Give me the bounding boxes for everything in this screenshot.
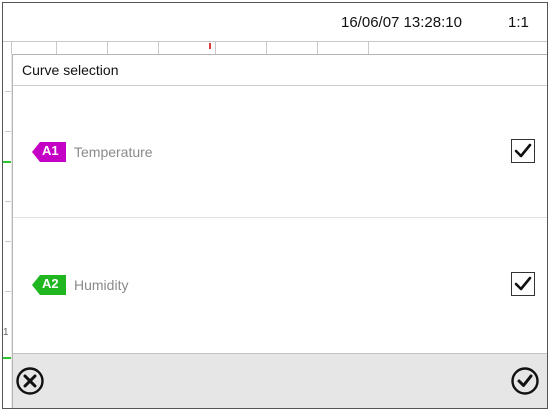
chart-top-border [3, 41, 547, 42]
circle-check-icon [511, 367, 539, 395]
curve-tag-a2: A2 [32, 275, 66, 295]
dialog-title-bar: Curve selection [13, 55, 547, 86]
status-bar: 16/06/07 13:28:10 1:1 [3, 3, 547, 41]
chart-tick [5, 91, 11, 92]
datetime-display: 16/06/07 13:28:10 [341, 14, 462, 31]
chart-curve-segment [3, 357, 11, 359]
curve-row-temperature[interactable]: A1 Temperature [13, 86, 547, 218]
circle-x-icon [16, 367, 44, 395]
chart-gridline [158, 41, 159, 55]
temperature-checkbox[interactable] [511, 139, 535, 163]
zoom-level: 1:1 [508, 14, 529, 31]
chart-gridline [266, 41, 267, 55]
chart-gridline [317, 41, 318, 55]
controller-screen: 16/06/07 13:28:10 1:1 1 Curve selection [2, 2, 548, 409]
cancel-button[interactable] [15, 366, 45, 396]
curve-tag-label: A2 [42, 276, 59, 291]
chart-curve-segment [3, 161, 11, 163]
chart-gridline [56, 41, 57, 55]
chart-tick [5, 291, 11, 292]
curve-row-humidity[interactable]: A2 Humidity [13, 218, 547, 349]
confirm-button[interactable] [510, 366, 540, 396]
curve-tag-a1: A1 [32, 142, 66, 162]
chart-marker [209, 43, 211, 49]
checkmark-icon [514, 276, 532, 291]
curve-selection-dialog: Curve selection A1 Temperature A2 Humidi… [12, 54, 547, 408]
chart-gridline [107, 41, 108, 55]
curve-label-temperature: Temperature [74, 144, 153, 160]
chart-axis-digit: 1 [3, 327, 9, 338]
chart-tick [5, 201, 11, 202]
checkmark-icon [514, 143, 532, 158]
chart-tick [5, 241, 11, 242]
humidity-checkbox[interactable] [511, 272, 535, 296]
dialog-footer [13, 353, 547, 408]
chart-gridline [368, 41, 369, 55]
curve-label-humidity: Humidity [74, 277, 129, 293]
curve-tag-label: A1 [42, 143, 59, 158]
dialog-title: Curve selection [22, 62, 119, 78]
chart-gridline [215, 41, 216, 55]
chart-tick [5, 131, 11, 132]
